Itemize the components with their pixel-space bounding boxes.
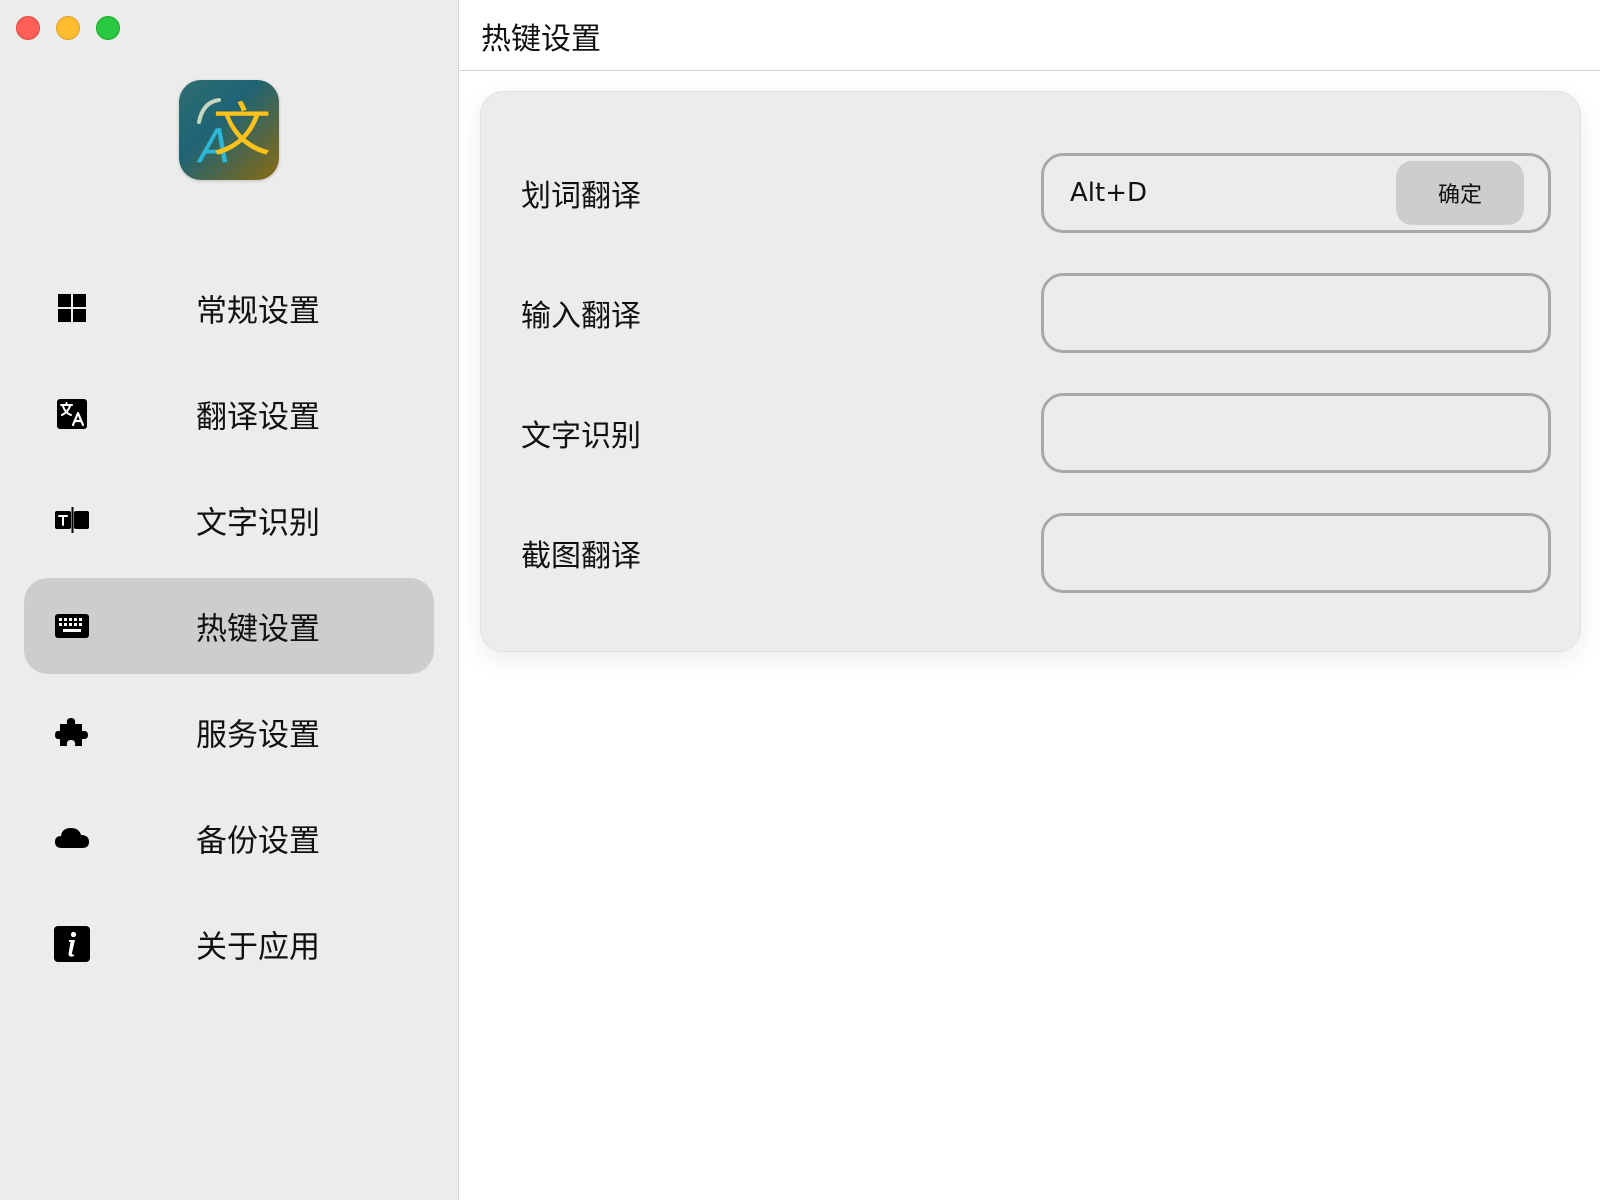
translate-icon xyxy=(52,394,92,434)
app-logo-icon: A 文 xyxy=(196,96,271,173)
hotkey-label: 截图翻译 xyxy=(521,539,641,574)
sidebar-item-backup[interactable]: 备份设置 xyxy=(24,790,434,886)
grid-icon xyxy=(52,288,92,328)
app-logo: A 文 xyxy=(179,80,279,180)
maximize-window-button[interactable] xyxy=(96,16,120,40)
sidebar: A 文 常规设置 翻译设置 文字识别 热键设置 服务设置 备份设置 关于应用 xyxy=(0,0,459,1200)
sidebar-item-about[interactable]: 关于应用 xyxy=(24,896,434,992)
hotkey-label: 文字识别 xyxy=(521,419,641,454)
close-window-button[interactable] xyxy=(16,16,40,40)
hotkey-row-input-translate: 输入翻译 xyxy=(481,273,1582,353)
window-controls xyxy=(16,16,120,40)
hotkey-label: 输入翻译 xyxy=(521,299,641,334)
hotkey-settings-card: 划词翻译 Alt+D 确定 输入翻译 文字识别 截图翻译 xyxy=(480,91,1581,652)
page-title: 热键设置 xyxy=(481,22,601,57)
hotkey-row-ocr: 文字识别 xyxy=(481,393,1582,473)
sidebar-item-label: 热键设置 xyxy=(196,611,320,648)
sidebar-item-label: 文字识别 xyxy=(196,505,320,542)
sidebar-item-services[interactable]: 服务设置 xyxy=(24,684,434,780)
keyboard-icon xyxy=(52,606,92,646)
hotkey-row-screenshot-translate: 截图翻译 xyxy=(481,513,1582,593)
sidebar-item-label: 服务设置 xyxy=(196,717,320,754)
main-content: 热键设置 划词翻译 Alt+D 确定 输入翻译 文字识别 截图翻译 xyxy=(460,0,1600,1200)
hotkey-value: Alt+D xyxy=(1070,178,1148,208)
hotkey-input[interactable] xyxy=(1041,393,1551,473)
sidebar-item-translate[interactable]: 翻译设置 xyxy=(24,366,434,462)
page-header: 热键设置 xyxy=(460,0,1600,71)
sidebar-item-label: 翻译设置 xyxy=(196,399,320,436)
minimize-window-button[interactable] xyxy=(56,16,80,40)
text-recognition-icon xyxy=(52,500,92,540)
sidebar-item-label: 备份设置 xyxy=(196,823,320,860)
confirm-button[interactable]: 确定 xyxy=(1396,161,1524,225)
hotkey-label: 划词翻译 xyxy=(521,179,641,214)
hotkey-input[interactable]: Alt+D 确定 xyxy=(1041,153,1551,233)
hotkey-input[interactable] xyxy=(1041,513,1551,593)
sidebar-item-general[interactable]: 常规设置 xyxy=(24,260,434,356)
hotkey-row-selection-translate: 划词翻译 Alt+D 确定 xyxy=(481,153,1582,233)
hotkey-input[interactable] xyxy=(1041,273,1551,353)
puzzle-icon xyxy=(52,712,92,752)
sidebar-item-hotkeys[interactable]: 热键设置 xyxy=(24,578,434,674)
svg-text:文: 文 xyxy=(213,96,271,164)
cloud-icon xyxy=(52,818,92,858)
sidebar-item-label: 常规设置 xyxy=(196,293,320,330)
app-window: A 文 常规设置 翻译设置 文字识别 热键设置 服务设置 备份设置 关于应用 热… xyxy=(0,0,1600,1200)
sidebar-item-ocr[interactable]: 文字识别 xyxy=(24,472,434,568)
sidebar-item-label: 关于应用 xyxy=(196,929,320,966)
info-icon xyxy=(52,924,92,964)
